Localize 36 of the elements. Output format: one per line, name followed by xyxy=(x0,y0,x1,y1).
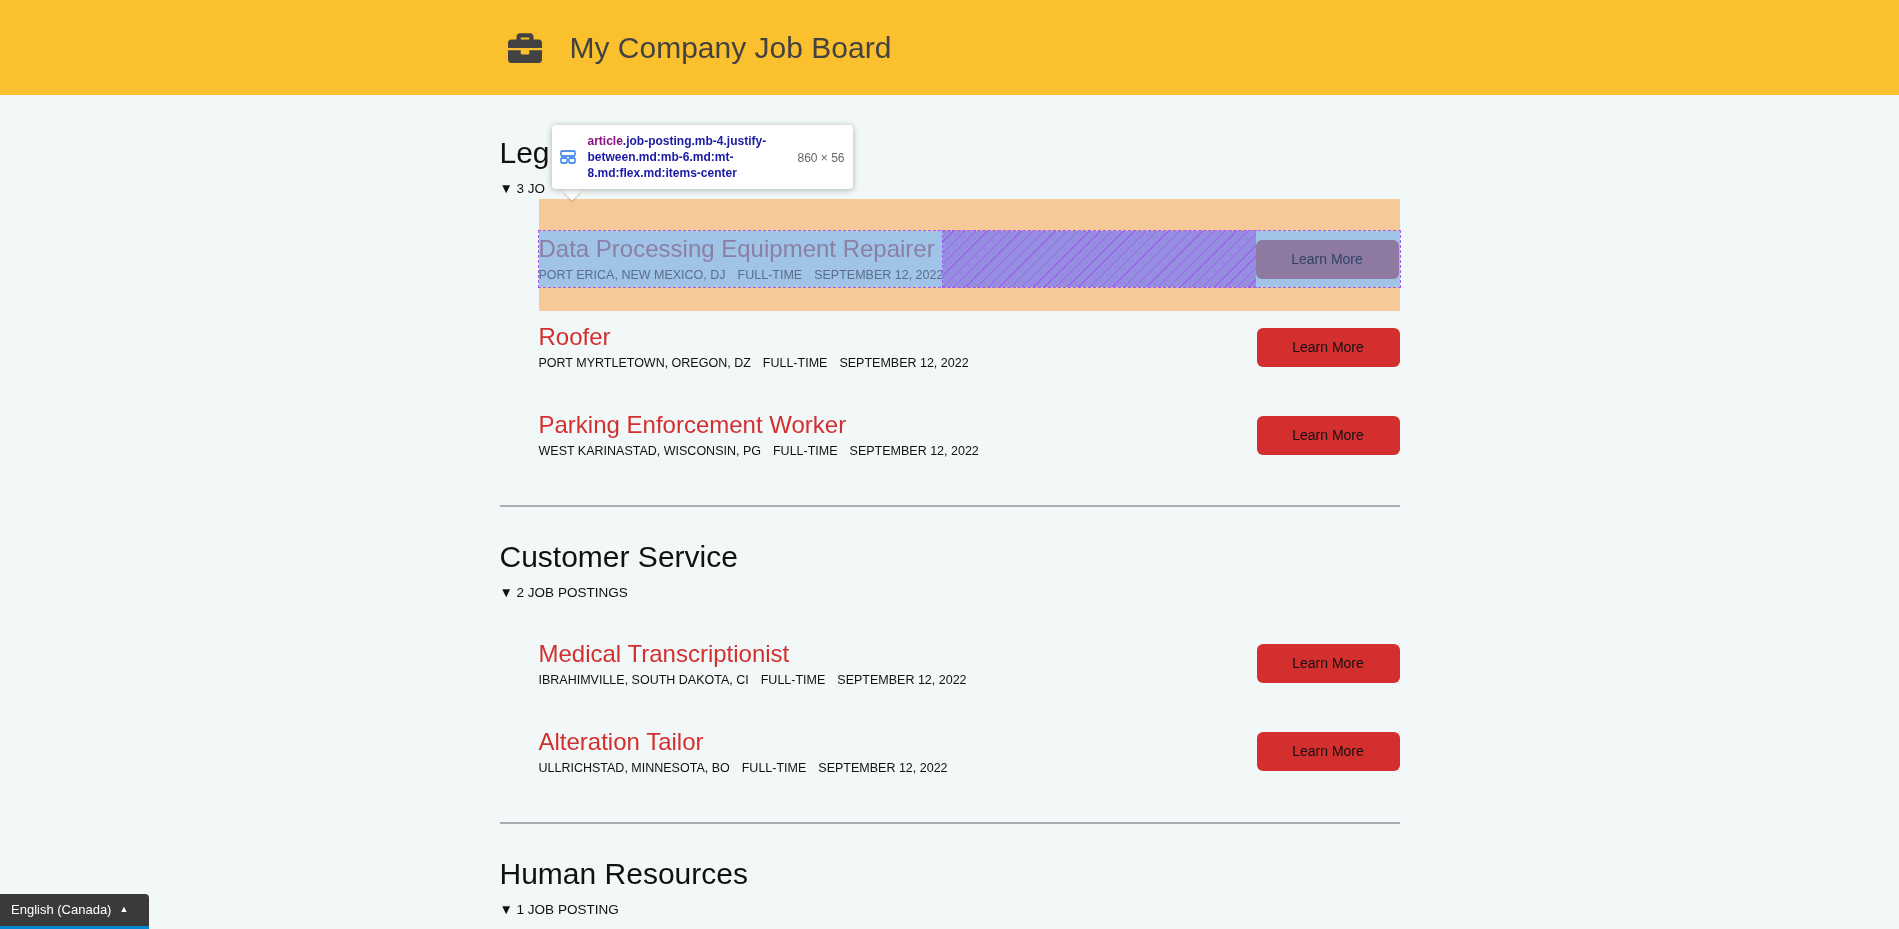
element-selector: article.job-posting.mb-4.justify-between.md:mb-6.md:mt-8.md:flex.md:items-center xyxy=(587,133,768,181)
job-date: SEPTEMBER 12, 2022 xyxy=(839,355,969,373)
learn-more-button[interactable]: Learn More xyxy=(1256,415,1400,455)
job-location: WEST KARINASTAD, WISCONSIN, PG xyxy=(538,443,761,461)
learn-more-button[interactable]: Learn More xyxy=(1256,644,1400,683)
job-location: PORT ERICA, NEW MEXICO, DJ xyxy=(538,267,726,285)
job-location: IBRAHIMVILLE, SOUTH DAKOTA, CI xyxy=(538,671,749,689)
job-type: FULL-TIME xyxy=(737,267,803,285)
learn-more-button[interactable]: Learn More xyxy=(1255,239,1399,279)
job-title[interactable]: Roofer xyxy=(538,322,969,353)
learn-more-button[interactable]: Learn More xyxy=(1256,732,1400,771)
layout-icon xyxy=(559,150,576,164)
briefcase-icon xyxy=(507,30,542,65)
job-title[interactable]: Parking Enforcement Worker xyxy=(538,410,979,441)
job-type: FULL-TIME xyxy=(762,355,828,373)
job-title[interactable]: Alteration Tailor xyxy=(538,726,948,757)
job-date: SEPTEMBER 12, 2022 xyxy=(818,759,948,777)
job-date: SEPTEMBER 12, 2022 xyxy=(837,671,967,689)
job-type: FULL-TIME xyxy=(760,671,826,689)
job-type: FULL-TIME xyxy=(773,443,838,461)
job-title[interactable]: Medical Transcriptionist xyxy=(538,638,967,669)
job-date: SEPTEMBER 12, 2022 xyxy=(849,443,979,461)
language-button[interactable]: English (Canada) ▲ xyxy=(0,894,149,929)
element-size: 860 × 56 xyxy=(797,150,845,167)
job-location: ULLRICHSTAD, MINNESOTA, BO xyxy=(538,759,730,777)
section-heading: Human Resources xyxy=(499,855,748,892)
job-date: SEPTEMBER 12, 2022 xyxy=(814,267,944,285)
section-heading: Leg xyxy=(499,135,550,171)
section-heading: Customer Service xyxy=(499,539,738,576)
job-type: FULL-TIME xyxy=(741,759,807,777)
site-title[interactable]: My Company Job Board xyxy=(569,25,892,70)
learn-more-button[interactable]: Learn More xyxy=(1256,327,1400,367)
job-location: PORT MYRTLETOWN, OREGON, DZ xyxy=(538,355,751,373)
posting-count[interactable]: ▼ 1 JOB POSTING xyxy=(499,899,1400,920)
posting-count[interactable]: ▼ 3 JO xyxy=(499,179,1400,200)
posting-count[interactable]: ▼ 2 JOB POSTINGS xyxy=(499,583,1400,604)
